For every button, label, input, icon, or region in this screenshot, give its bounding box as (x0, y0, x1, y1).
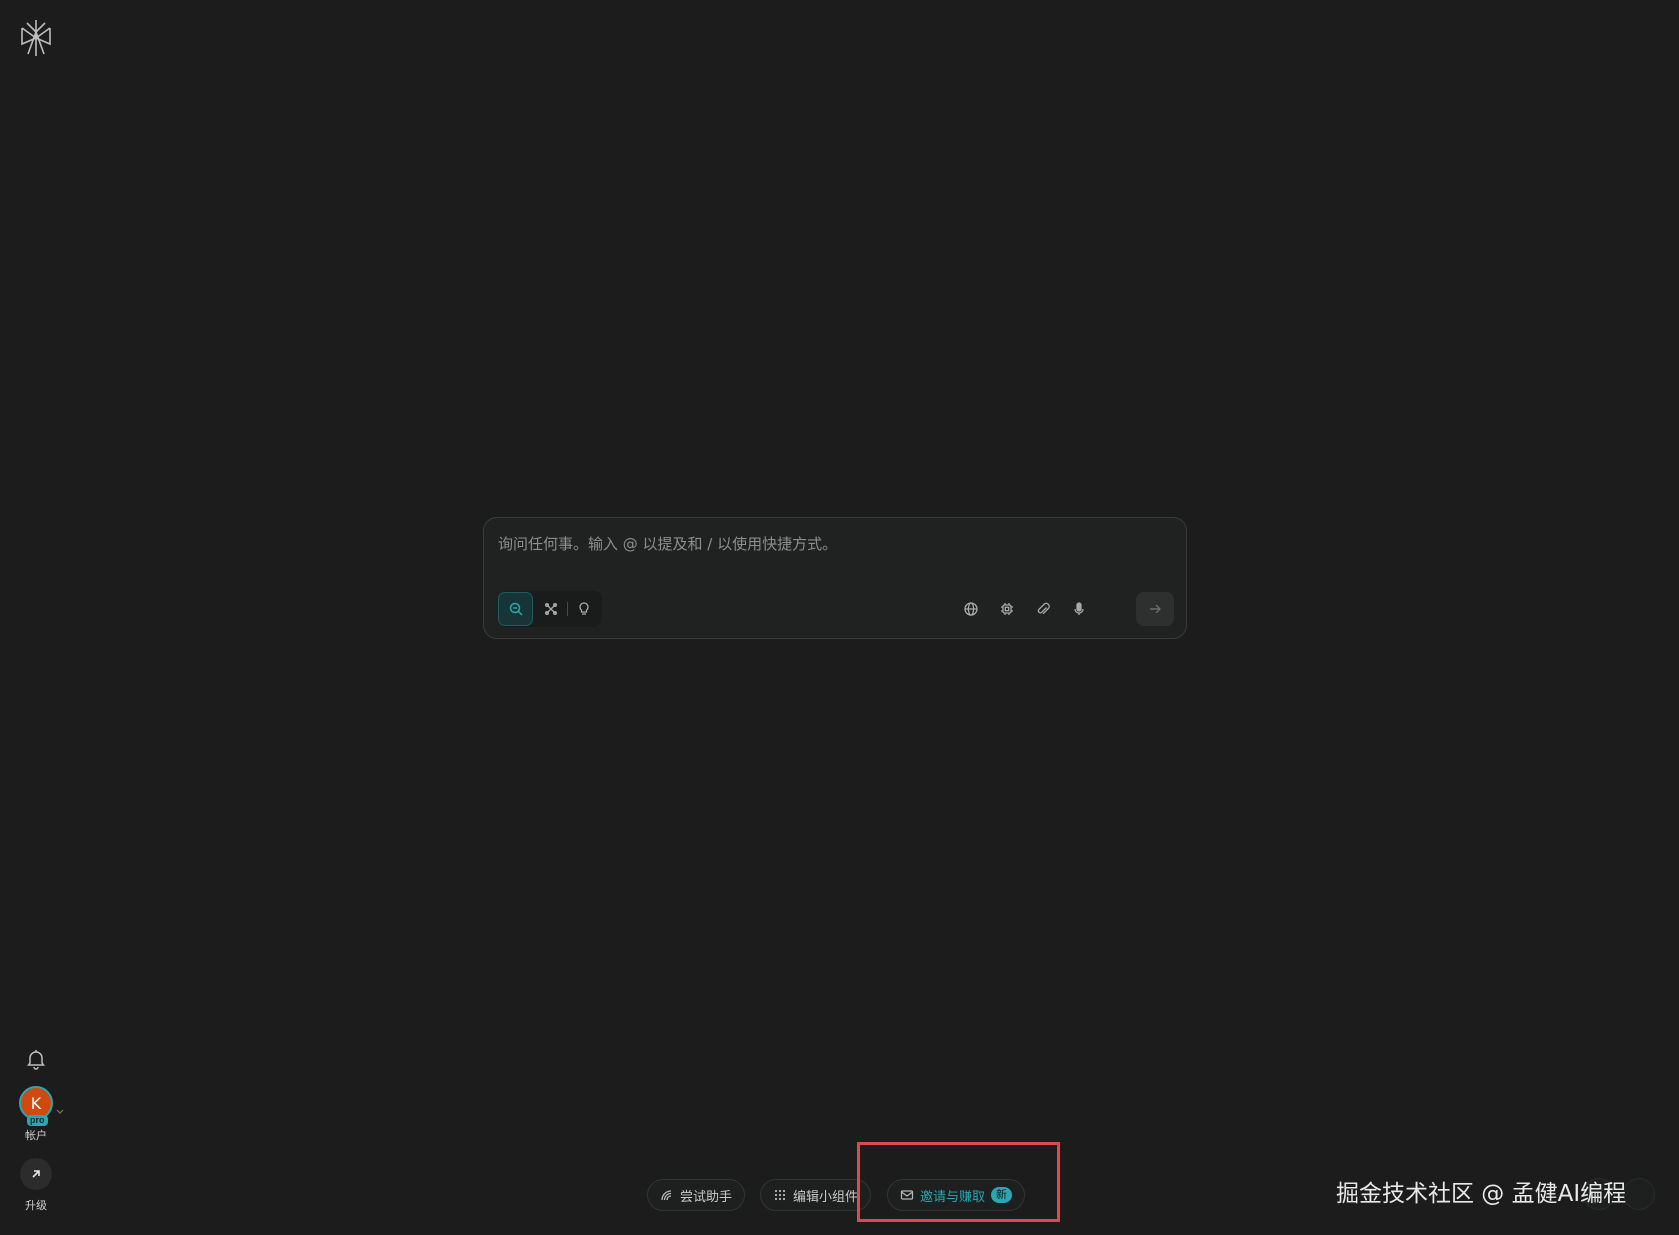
edit-widgets-label: 编辑小组件 (793, 1189, 859, 1205)
try-assistant-chip[interactable]: 尝试助手 (647, 1179, 746, 1211)
attach-button[interactable] (1030, 596, 1056, 622)
ask-composer (483, 517, 1187, 639)
try-assistant-label: 尝试助手 (680, 1189, 733, 1205)
voice-button[interactable] (1066, 596, 1092, 622)
notifications-bell-icon[interactable] (24, 1047, 48, 1071)
ask-input[interactable] (498, 532, 1138, 556)
avatar-initial: K (30, 1093, 42, 1113)
watermark-text: 掘金技术社区 @ 孟健AI编程 (1336, 1181, 1627, 1207)
grid-dots-icon (774, 1189, 786, 1201)
globe-icon (964, 602, 978, 616)
paperclip-icon (1037, 602, 1050, 615)
lightbulb-icon (579, 602, 590, 615)
upgrade-label: 升级 (25, 1199, 47, 1212)
account-button[interactable]: K pro 帐户 (12, 1086, 60, 1143)
reasoning-mode-button[interactable] (567, 592, 602, 626)
send-button[interactable] (1136, 592, 1174, 626)
research-icon (544, 602, 557, 616)
account-label: 帐户 (25, 1129, 47, 1142)
microphone-icon (1074, 602, 1084, 615)
arrow-up-right-icon (32, 1170, 40, 1178)
research-mode-button[interactable] (533, 592, 568, 626)
invite-earn-chip[interactable]: 邀请与赚取 新 (887, 1179, 1026, 1211)
assistant-icon (661, 1190, 672, 1201)
upgrade-circle[interactable] (20, 1158, 52, 1190)
chevron-down-icon[interactable] (56, 1100, 64, 1114)
edit-widgets-chip[interactable]: 编辑小组件 (760, 1179, 872, 1211)
mode-selector (498, 591, 602, 627)
pro-badge: pro (27, 1115, 48, 1126)
globe-button[interactable] (958, 596, 984, 622)
model-button[interactable] (994, 596, 1020, 622)
upgrade-button[interactable]: 升级 (14, 1158, 58, 1213)
cpu-icon (1001, 603, 1013, 615)
invite-earn-label: 邀请与赚取 (920, 1189, 986, 1205)
search-mode-button[interactable] (498, 592, 534, 626)
perplexity-logo-icon[interactable] (18, 18, 54, 58)
corner-button-right[interactable] (1623, 1178, 1655, 1210)
arrow-right-icon (1150, 604, 1161, 614)
search-icon (509, 602, 523, 616)
avatar[interactable]: K pro (19, 1086, 53, 1126)
app-window: K pro 帐户 升级 询问任何事。输入 @ 以提及和 / 以使用快捷方式。 尝… (0, 0, 1679, 1235)
new-badge: 新 (991, 1187, 1013, 1203)
mail-icon (900, 1190, 914, 1200)
